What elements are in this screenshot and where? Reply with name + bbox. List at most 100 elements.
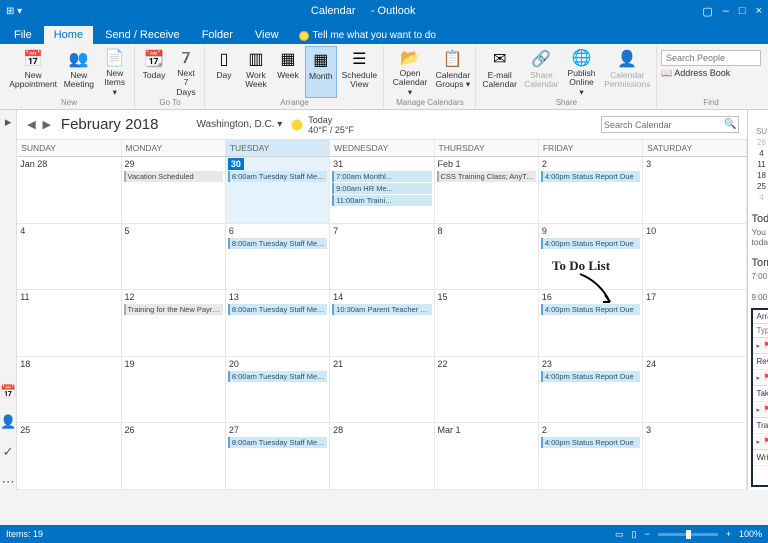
- close-button[interactable]: ×: [756, 5, 762, 18]
- calendar-cell[interactable]: 24:00pm Status Report Due: [539, 423, 643, 489]
- calendar-cell[interactable]: 28: [330, 423, 434, 489]
- calendar-cell[interactable]: 29Vacation Scheduled: [122, 157, 226, 223]
- ribbon-calendar-groups--button[interactable]: 📋CalendarGroups ▾: [434, 46, 472, 98]
- ribbon-publish-online--button[interactable]: 🌐PublishOnline ▾: [563, 46, 600, 98]
- maximize-button[interactable]: □: [739, 5, 746, 18]
- mini-day[interactable]: 11: [751, 159, 768, 170]
- nav-people-icon[interactable]: 👤: [0, 414, 16, 430]
- calendar-event[interactable]: 4:00pm Status Report Due: [541, 371, 640, 382]
- calendar-cell[interactable]: 208:00am Tuesday Staff Meeting; AnyTown …: [226, 357, 330, 423]
- todo-arrange-header[interactable]: Arrange by: Flag: Due DateToday▲: [753, 310, 768, 324]
- ribbon-open-calendar--button[interactable]: 📂OpenCalendar ▾: [388, 46, 432, 98]
- calendar-cell[interactable]: 10: [643, 224, 747, 290]
- calendar-cell[interactable]: 308:00am Tuesday Staff Meeting; AnyTown …: [226, 157, 330, 223]
- ribbon-new-appointment-button[interactable]: 📅NewAppointment: [7, 46, 59, 98]
- calendar-cell[interactable]: 24:00pm Status Report Due: [539, 157, 643, 223]
- search-people-input[interactable]: [661, 50, 761, 66]
- ribbon-new-items--button[interactable]: 📄NewItems ▾: [98, 46, 131, 98]
- tell-me-input[interactable]: Tell me what you want to do: [313, 30, 436, 41]
- calendar-event[interactable]: Vacation Scheduled: [124, 171, 223, 182]
- calendar-cell[interactable]: Feb 1CSS Training Class; AnyTown Consult…: [435, 157, 539, 223]
- calendar-cell[interactable]: 17: [643, 290, 747, 356]
- calendar-cell[interactable]: 21: [330, 357, 434, 423]
- location-picker[interactable]: Washington, D.C. ▾: [196, 119, 282, 130]
- ribbon-new-meeting-button[interactable]: 👥NewMeeting: [61, 46, 96, 98]
- calendar-event[interactable]: 9:00am HR Me...: [332, 183, 431, 194]
- calendar-cell[interactable]: 1410:30am Parent Teacher Conference; The…: [330, 290, 434, 356]
- search-calendar-input[interactable]: [604, 120, 724, 130]
- mini-day[interactable]: 4: [751, 148, 768, 159]
- todo-group-header[interactable]: ▸⚑This Week: [753, 370, 768, 386]
- nav-more-icon[interactable]: ⋯: [2, 474, 15, 490]
- view-normal-icon[interactable]: ▭: [615, 529, 624, 540]
- minimize-button[interactable]: –: [723, 5, 729, 18]
- tab-view[interactable]: View: [245, 26, 289, 44]
- calendar-cell[interactable]: 11: [17, 290, 121, 356]
- tab-send-receive[interactable]: Send / Receive: [95, 26, 190, 44]
- calendar-cell[interactable]: 3: [643, 423, 747, 489]
- calendar-cell[interactable]: Jan 28: [17, 157, 121, 223]
- nav-tasks-icon[interactable]: ✓: [3, 444, 14, 460]
- weather-widget[interactable]: Today 40°F / 25°F: [290, 115, 354, 135]
- ribbon-e-mail-calendar-button[interactable]: ✉E-mailCalendar: [480, 46, 520, 98]
- todo-group-header[interactable]: ▸⚑Next Month: [753, 402, 768, 418]
- search-icon[interactable]: 🔍: [724, 119, 736, 130]
- calendar-event[interactable]: 11:00am Traini...: [332, 195, 431, 206]
- todo-group-header[interactable]: ▸⚑Later: [753, 434, 768, 450]
- view-reading-icon[interactable]: ▯: [631, 529, 636, 540]
- calendar-event[interactable]: 8:00am Tuesday Staff Meeting; AnyTown Co…: [228, 437, 327, 448]
- agenda-item[interactable]: 7:00 AMMonthly Client/Project M...AnyTow…: [751, 272, 768, 290]
- mini-day[interactable]: 25: [751, 181, 768, 192]
- calendar-event[interactable]: CSS Training Class; AnyTown Consulting T…: [437, 171, 536, 182]
- calendar-event[interactable]: 8:00am Tuesday Staff Meeting; AnyTown Co…: [228, 304, 327, 315]
- calendar-event[interactable]: 8:00am Tuesday Staff Meeting; AnyTown Co…: [228, 238, 327, 249]
- prev-month-button[interactable]: ◀: [25, 119, 37, 131]
- calendar-event[interactable]: 4:00pm Status Report Due: [541, 171, 640, 182]
- ribbon-options-icon[interactable]: ▢: [702, 5, 712, 18]
- calendar-cell[interactable]: 5: [122, 224, 226, 290]
- calendar-cell[interactable]: 68:00am Tuesday Staff Meeting; AnyTown C…: [226, 224, 330, 290]
- ribbon-next-7-days-button[interactable]: 7️Next 7Days: [171, 46, 201, 98]
- todo-item[interactable]: Transfer Records to the New ...⚑: [753, 418, 768, 434]
- calendar-cell[interactable]: 317:00am Monthl...9:00am HR Me...11:00am…: [330, 157, 434, 223]
- ribbon-schedule-view-button[interactable]: ☰ScheduleView: [339, 46, 380, 98]
- todo-item[interactable]: Write a Book⚑: [753, 450, 768, 466]
- calendar-event[interactable]: 8:00am Tuesday Staff Meeting; AnyTown Co…: [228, 371, 327, 382]
- calendar-event[interactable]: 8:00am Tuesday Staff Meeting; AnyTown Co…: [228, 171, 327, 182]
- new-task-input[interactable]: [753, 324, 768, 338]
- quick-access-menu-icon[interactable]: ⊞ ▾: [6, 6, 24, 17]
- calendar-cell[interactable]: 234:00pm Status Report Due: [539, 357, 643, 423]
- mini-day[interactable]: 4: [751, 192, 768, 203]
- calendar-cell[interactable]: 19: [122, 357, 226, 423]
- calendar-event[interactable]: 7:00am Monthl...: [332, 171, 431, 182]
- todo-item[interactable]: Take Inventory of the Sto...🔔⚑: [753, 386, 768, 402]
- ribbon-work-week-button[interactable]: ▥WorkWeek: [241, 46, 271, 98]
- calendar-cell[interactable]: 138:00am Tuesday Staff Meeting; AnyTown …: [226, 290, 330, 356]
- mini-day[interactable]: 18: [751, 170, 768, 181]
- calendar-cell[interactable]: 94:00pm Status Report Due: [539, 224, 643, 290]
- calendar-cell[interactable]: Mar 1: [435, 423, 539, 489]
- tab-home[interactable]: Home: [44, 26, 93, 44]
- calendar-cell[interactable]: 15: [435, 290, 539, 356]
- address-book-button[interactable]: 📖 Address Book: [661, 68, 761, 79]
- calendar-event[interactable]: 4:00pm Status Report Due: [541, 304, 640, 315]
- calendar-cell[interactable]: 24: [643, 357, 747, 423]
- calendar-event[interactable]: 4:00pm Status Report Due: [541, 238, 640, 249]
- todo-item[interactable]: Review Vendor Bids⚑: [753, 354, 768, 370]
- calendar-cell[interactable]: 164:00pm Status Report Due: [539, 290, 643, 356]
- ribbon-week-button[interactable]: ▦Week: [273, 46, 303, 98]
- ribbon-today-button[interactable]: 📆Today: [139, 46, 169, 98]
- expand-nav-button[interactable]: ▸: [5, 114, 12, 130]
- calendar-cell[interactable]: 278:00am Tuesday Staff Meeting; AnyTown …: [226, 423, 330, 489]
- calendar-cell[interactable]: 22: [435, 357, 539, 423]
- mini-calendar[interactable]: SUMOTUWETHFRSA28293031123456789101112131…: [751, 126, 768, 203]
- calendar-event[interactable]: 10:30am Parent Teacher Conference; The S…: [332, 304, 431, 315]
- zoom-slider[interactable]: [658, 533, 718, 536]
- calendar-event[interactable]: Training for the New Payroll System; Any…: [124, 304, 223, 315]
- next-month-button[interactable]: ▶: [40, 119, 52, 131]
- tab-folder[interactable]: Folder: [192, 26, 243, 44]
- calendar-cell[interactable]: 8: [435, 224, 539, 290]
- calendar-cell[interactable]: 7: [330, 224, 434, 290]
- calendar-cell[interactable]: 18: [17, 357, 121, 423]
- calendar-cell[interactable]: 3: [643, 157, 747, 223]
